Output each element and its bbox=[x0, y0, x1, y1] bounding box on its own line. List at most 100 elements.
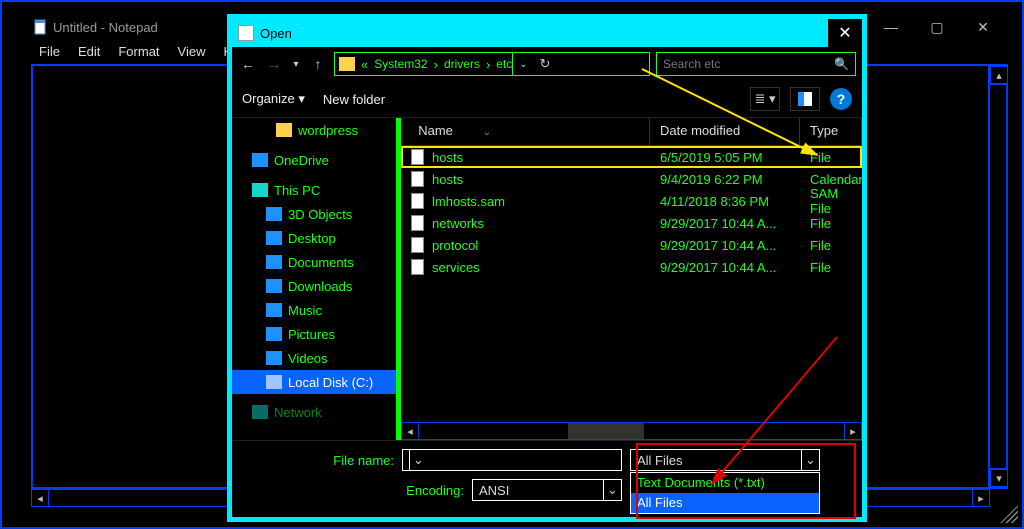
sidebar-item[interactable]: This PC bbox=[232, 178, 396, 202]
menu-view[interactable]: View bbox=[170, 42, 214, 64]
sidebar-item[interactable]: Documents bbox=[232, 250, 396, 274]
close-button[interactable]: ✕ bbox=[960, 12, 1006, 42]
refresh-icon[interactable]: ↻ bbox=[539, 56, 550, 72]
sidebar-item[interactable]: Pictures bbox=[232, 322, 396, 346]
breadcrumb-segment[interactable]: etc bbox=[496, 57, 512, 71]
file-icon bbox=[411, 171, 424, 187]
minimize-button[interactable]: — bbox=[868, 12, 914, 42]
file-icon bbox=[411, 215, 424, 231]
thispc-icon bbox=[252, 183, 268, 197]
file-icon bbox=[411, 193, 424, 209]
filename-history-dropdown[interactable]: ⌄ bbox=[409, 450, 427, 470]
new-folder-button[interactable]: New folder bbox=[323, 92, 385, 107]
help-icon[interactable]: ? bbox=[830, 88, 852, 110]
file-type-option[interactable]: All Files bbox=[631, 493, 819, 513]
column-date[interactable]: Date modified bbox=[650, 118, 800, 145]
sidebar-item[interactable]: Desktop bbox=[232, 226, 396, 250]
file-type: SAM File bbox=[800, 186, 862, 216]
scroll-left-button[interactable]: ◂ bbox=[31, 489, 49, 507]
file-name: services bbox=[432, 260, 480, 275]
file-row[interactable]: networks9/29/2017 10:44 A...File bbox=[401, 212, 862, 234]
search-input[interactable]: Search etc 🔍 bbox=[656, 52, 856, 76]
file-name: hosts bbox=[432, 172, 463, 187]
file-type-select[interactable]: All Files ⌄ Text Documents (*.txt) All F… bbox=[630, 449, 820, 471]
blue-icon bbox=[266, 351, 282, 365]
column-name[interactable]: Name⌄ bbox=[401, 118, 650, 145]
recent-dropdown[interactable]: ▾ bbox=[290, 53, 302, 75]
sidebar-item[interactable]: Music bbox=[232, 298, 396, 322]
sidebar-item[interactable]: Local Disk (C:) bbox=[232, 370, 396, 394]
open-dialog: Open ✕ ← → ▾ ↑ « System32 › drivers › et… bbox=[227, 14, 867, 522]
organize-menu[interactable]: Organize ▾ bbox=[242, 91, 305, 107]
column-headers[interactable]: Name⌄ Date modified Type bbox=[401, 118, 862, 146]
breadcrumb-segment[interactable]: System32 bbox=[374, 57, 427, 71]
sidebar-item-label: Local Disk (C:) bbox=[288, 375, 373, 390]
file-name: protocol bbox=[432, 238, 478, 253]
maximize-button[interactable]: ▢ bbox=[914, 12, 960, 42]
file-type: File bbox=[800, 150, 862, 165]
view-options-button[interactable]: ≣ ▾ bbox=[750, 87, 780, 111]
history-dropdown[interactable]: ⌄ bbox=[519, 59, 527, 70]
dialog-titlebar[interactable]: Open ✕ bbox=[232, 19, 862, 47]
file-row[interactable]: lmhosts.sam4/11/2018 8:36 PMSAM File bbox=[401, 190, 862, 212]
file-row[interactable]: hosts6/5/2019 5:05 PMFile bbox=[401, 146, 862, 168]
up-button[interactable]: ↑ bbox=[308, 53, 328, 75]
column-type[interactable]: Type bbox=[800, 118, 862, 145]
chevron-right-icon: › bbox=[428, 57, 444, 72]
folder-tree[interactable]: wordpress OneDrive This PC 3D Objects Deskto… bbox=[232, 118, 397, 440]
sidebar-item-label: OneDrive bbox=[274, 153, 329, 168]
file-type-dropdown[interactable]: Text Documents (*.txt) All Files bbox=[630, 472, 820, 514]
dialog-bottom-panel: File name: ⌄ All Files ⌄ Text Documents … bbox=[232, 440, 862, 517]
menu-file[interactable]: File bbox=[31, 42, 68, 64]
back-button[interactable]: ← bbox=[238, 53, 258, 75]
forward-button[interactable]: → bbox=[264, 53, 284, 75]
sidebar-item-label: This PC bbox=[274, 183, 320, 198]
menu-edit[interactable]: Edit bbox=[70, 42, 108, 64]
sidebar-item-label: wordpress bbox=[298, 123, 358, 138]
folder-icon bbox=[276, 123, 292, 137]
scroll-up-button[interactable]: ▴ bbox=[990, 66, 1008, 84]
dialog-close-button[interactable]: ✕ bbox=[828, 19, 862, 47]
file-type-option[interactable]: Text Documents (*.txt) bbox=[631, 473, 819, 493]
blue-icon bbox=[266, 303, 282, 317]
scroll-right-button[interactable]: ▸ bbox=[972, 489, 990, 507]
scroll-thumb[interactable] bbox=[568, 423, 645, 439]
sidebar-item[interactable]: OneDrive bbox=[232, 148, 396, 172]
sidebar-item[interactable]: wordpress bbox=[232, 118, 396, 142]
file-row[interactable]: protocol9/29/2017 10:44 A...File bbox=[401, 234, 862, 256]
address-bar[interactable]: « System32 › drivers › etc ⌄ ↻ bbox=[334, 52, 650, 76]
filename-label: File name: bbox=[244, 453, 394, 468]
encoding-select[interactable]: ANSI ⌄ bbox=[472, 479, 622, 501]
scroll-down-button[interactable]: ▾ bbox=[990, 469, 1008, 487]
sidebar-item-label: Desktop bbox=[288, 231, 336, 246]
file-list[interactable]: Name⌄ Date modified Type hosts6/5/2019 5… bbox=[397, 118, 862, 440]
document-icon bbox=[238, 25, 254, 41]
list-horizontal-scrollbar[interactable]: ◂ ▸ bbox=[401, 422, 862, 440]
sidebar-item-label: Network bbox=[274, 405, 322, 420]
file-date: 9/29/2017 10:44 A... bbox=[650, 238, 800, 253]
file-icon bbox=[411, 259, 424, 275]
scroll-right-button[interactable]: ▸ bbox=[844, 422, 862, 440]
scroll-left-button[interactable]: ◂ bbox=[401, 422, 419, 440]
file-date: 9/4/2019 6:22 PM bbox=[650, 172, 800, 187]
sidebar-item[interactable]: Network bbox=[232, 400, 396, 424]
filename-input[interactable]: ⌄ bbox=[402, 449, 622, 471]
sidebar-item[interactable]: 3D Objects bbox=[232, 202, 396, 226]
menu-format[interactable]: Format bbox=[110, 42, 167, 64]
sidebar-item[interactable]: Downloads bbox=[232, 274, 396, 298]
sidebar-item[interactable]: Videos bbox=[232, 346, 396, 370]
onedrive-icon bbox=[252, 153, 268, 167]
breadcrumb-segment[interactable]: drivers bbox=[444, 57, 480, 71]
file-date: 9/29/2017 10:44 A... bbox=[650, 260, 800, 275]
dialog-toolbar: Organize ▾ New folder ≣ ▾ ? bbox=[232, 81, 862, 117]
sidebar-item-label: Pictures bbox=[288, 327, 335, 342]
dropdown-icon[interactable]: ⌄ bbox=[603, 480, 621, 500]
file-type: Calendar bbox=[800, 172, 862, 187]
file-row[interactable]: services9/29/2017 10:44 A...File bbox=[401, 256, 862, 278]
sidebar-item-label: 3D Objects bbox=[288, 207, 352, 222]
file-row[interactable]: hosts 9/4/2019 6:22 PMCalendar bbox=[401, 168, 862, 190]
vertical-scrollbar[interactable]: ▴ ▾ bbox=[988, 66, 1006, 487]
file-date: 9/29/2017 10:44 A... bbox=[650, 216, 800, 231]
preview-pane-button[interactable] bbox=[790, 87, 820, 111]
dropdown-icon[interactable]: ⌄ bbox=[801, 450, 819, 470]
